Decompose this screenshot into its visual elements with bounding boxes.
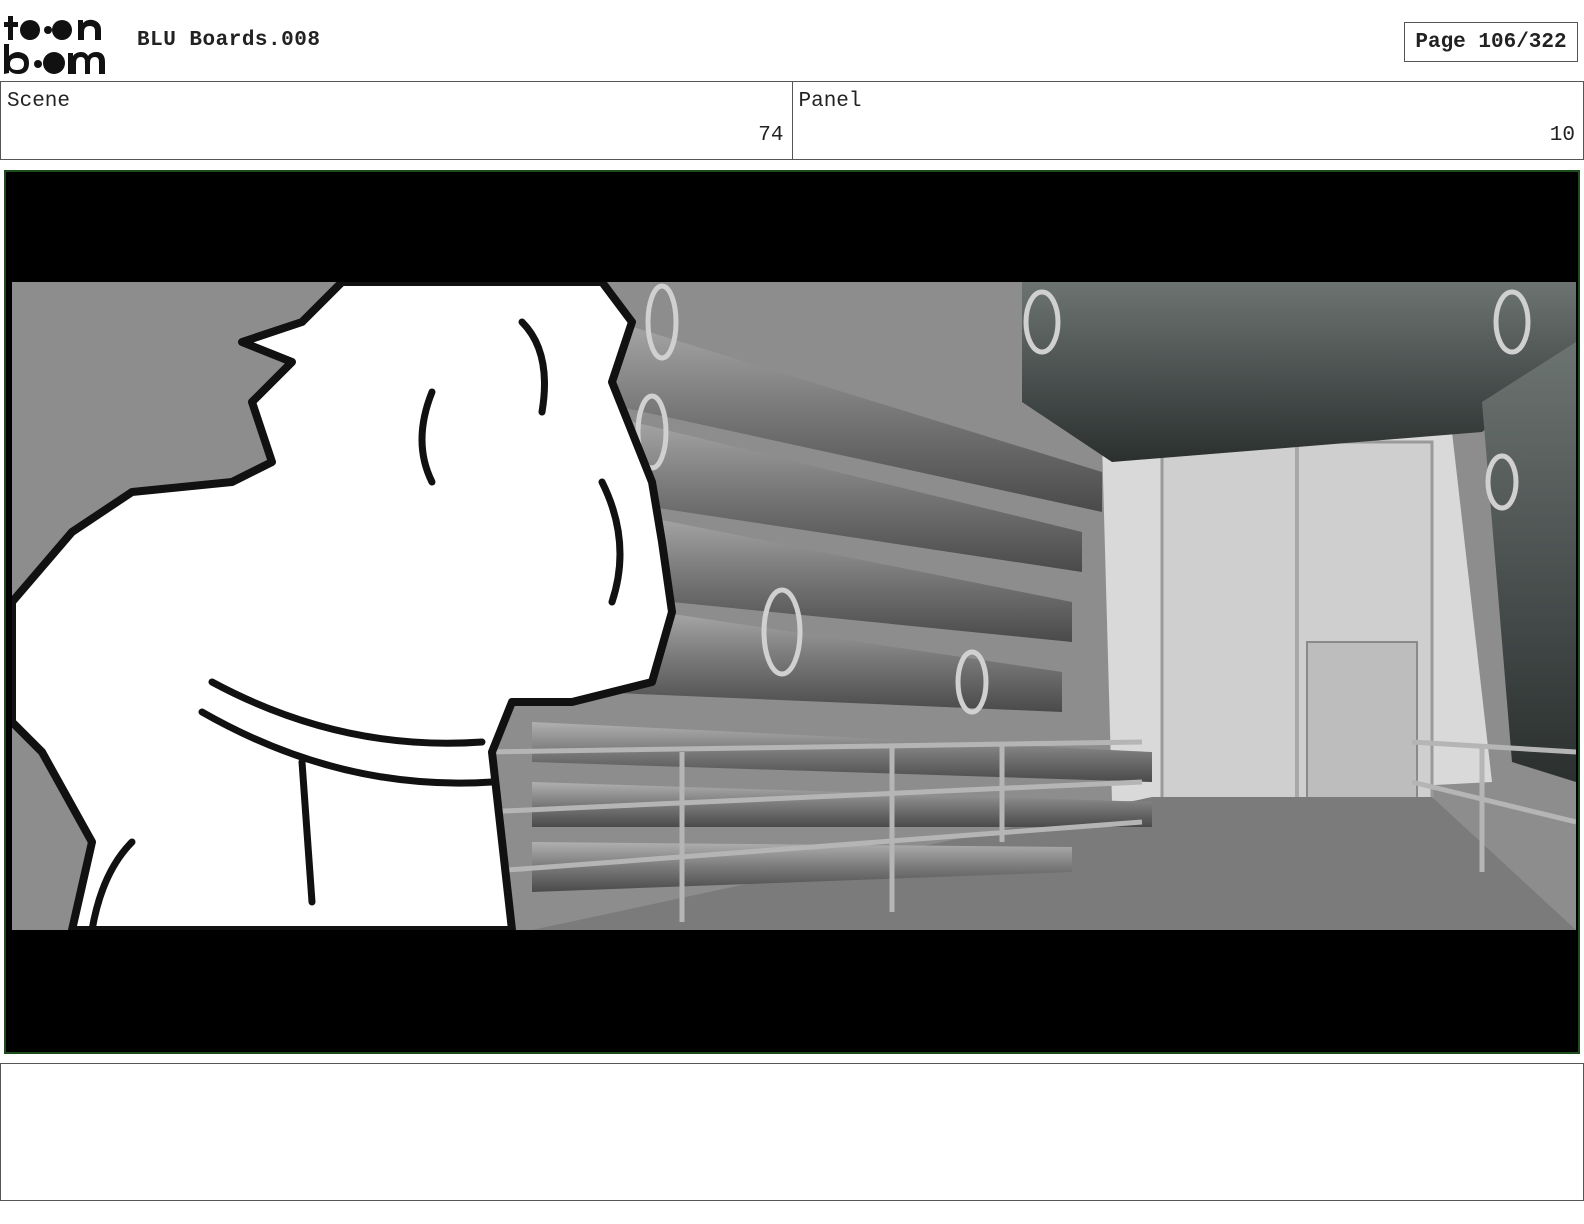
- scene-label: Scene: [7, 90, 71, 113]
- page-header: BLU Boards.008 Page 106/322: [0, 0, 1584, 82]
- panel-notes-box: [0, 1063, 1584, 1201]
- panel-cell: Panel 10: [791, 82, 1584, 159]
- panel-number: 10: [1549, 124, 1575, 147]
- panel-label: Panel: [798, 90, 862, 113]
- panel-artwork: [12, 282, 1576, 930]
- page-number: Page 106/322: [1404, 22, 1578, 62]
- project-title: BLU Boards.008: [137, 29, 321, 52]
- scene-number: 74: [758, 124, 784, 147]
- scene-cell: Scene 74: [0, 82, 792, 159]
- toon-boom-logo: [4, 16, 105, 74]
- storyboard-panel-frame: [4, 170, 1580, 1054]
- scene-panel-row: Scene 74 Panel 10: [0, 81, 1584, 160]
- pipe-corridor-sketch: [12, 282, 1576, 930]
